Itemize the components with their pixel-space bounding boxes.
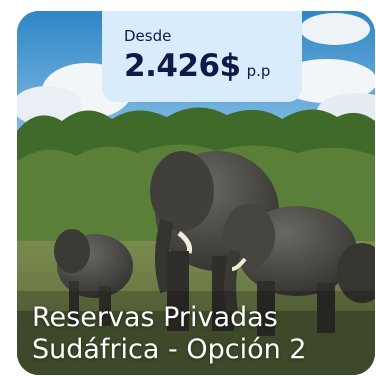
price-value: 2.426$ — [124, 48, 241, 84]
offer-title-line-2: Sudáfrica - Opción 2 — [32, 334, 307, 365]
offer-title-line-1: Reservas Privadas — [32, 302, 278, 333]
price-row: 2.426$ p.p — [124, 48, 280, 84]
offer-title[interactable]: Reservas Privadas Sudáfrica - Opción 2 — [32, 302, 372, 366]
price-prefix: Desde — [124, 27, 172, 45]
price-unit: p.p — [246, 62, 271, 80]
price-badge: Desde 2.426$ p.p — [102, 11, 302, 102]
